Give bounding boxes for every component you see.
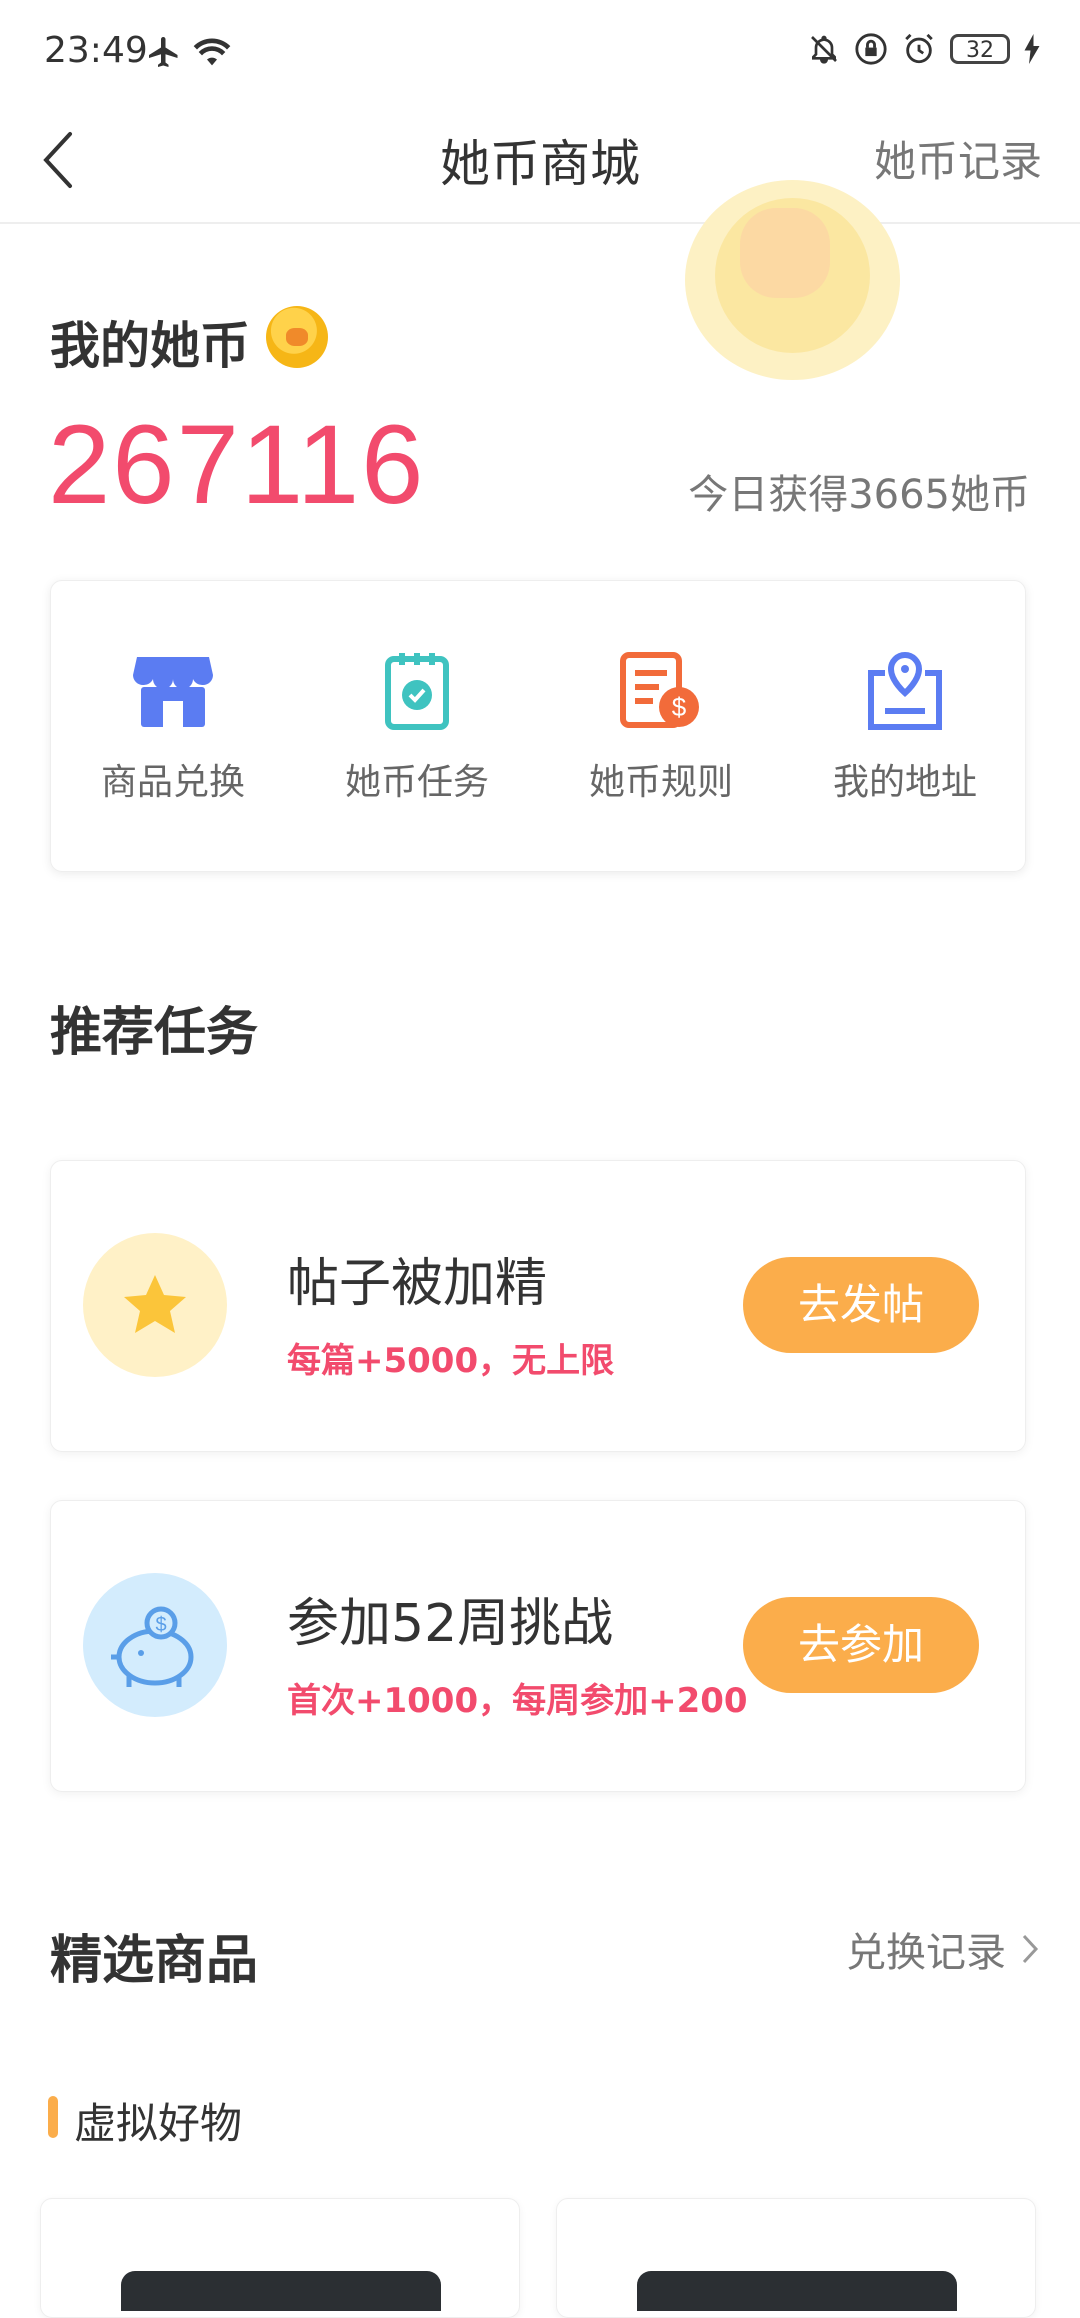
store-icon (133, 657, 213, 727)
today-earned-text: 今日获得3665她币 (688, 472, 1030, 518)
menu-label: 我的地址 (832, 762, 977, 803)
menu-label: 她币规则 (588, 762, 733, 803)
exchange-record-link[interactable]: 兑换记录 (846, 1920, 1040, 1978)
coin-balance: 267116 (48, 402, 426, 527)
svg-text:$: $ (155, 1614, 166, 1636)
menu-item-tasks[interactable]: 她币任务 (295, 651, 539, 805)
task-icon-bg: $ (83, 1573, 227, 1717)
product-thumbnail (637, 2271, 957, 2311)
category-label: 虚拟好物 (74, 2099, 243, 2148)
task-name: 参加52周挑战 (287, 1594, 614, 1654)
go-post-button[interactable]: 去发帖 (743, 1257, 979, 1353)
status-icons: 32 (808, 32, 1040, 66)
join-challenge-button[interactable]: 去参加 (743, 1597, 979, 1693)
product-thumbnail (121, 2271, 441, 2311)
airplane-icon (146, 34, 182, 74)
header-bar: 她币商城 她币记录 (0, 110, 1080, 224)
svg-text:$: $ (672, 692, 687, 722)
wifi-icon (192, 34, 232, 74)
address-location-icon (868, 651, 942, 730)
exchange-record-label: 兑换记录 (846, 1930, 1006, 1976)
task-card: $ 参加52周挑战 首次+1000，每周参加+200 去参加 (50, 1500, 1026, 1792)
menu-item-rules[interactable]: $ 她币规则 (539, 651, 783, 805)
coin-record-link[interactable]: 她币记录 (874, 128, 1042, 189)
piggy-bank-icon: $ (111, 1606, 194, 1687)
quick-menu-card: 商品兑换 她币任务 $ 她币规则 我的地址 (50, 580, 1026, 872)
task-name: 帖子被加精 (287, 1254, 548, 1314)
featured-products-title: 精选商品 (50, 1931, 259, 1991)
task-reward: 每篇+5000，无上限 (287, 1341, 615, 1381)
bell-muted-icon (811, 35, 837, 64)
menu-label: 她币任务 (344, 762, 489, 803)
category-marker (48, 2096, 58, 2138)
decorative-coin-illustration (685, 180, 900, 380)
alarm-icon (905, 33, 933, 64)
menu-item-address[interactable]: 我的地址 (783, 651, 1027, 805)
task-icon-bg (83, 1233, 227, 1377)
recommended-tasks-title: 推荐任务 (50, 1003, 259, 1063)
rules-document-icon: $ (620, 652, 699, 728)
task-clipboard-icon (385, 653, 449, 730)
product-card[interactable] (40, 2198, 520, 2318)
wallet-title: 我的她币 (50, 317, 250, 375)
charging-icon (1024, 34, 1040, 64)
battery-icon: 32 (950, 34, 1010, 64)
menu-item-exchange[interactable]: 商品兑换 (51, 651, 295, 805)
star-icon (124, 1275, 186, 1333)
coin-icon (266, 306, 328, 368)
status-bar: 23:49 32 (0, 0, 1080, 110)
task-card: 帖子被加精 每篇+5000，无上限 去发帖 (50, 1160, 1026, 1452)
task-reward: 首次+1000，每周参加+200 (287, 1681, 748, 1721)
status-time: 23:49 (44, 30, 148, 71)
product-card[interactable] (556, 2198, 1036, 2318)
chevron-right-icon (1022, 1934, 1039, 1964)
menu-label: 商品兑换 (100, 762, 245, 803)
lock-rotation-icon (855, 33, 887, 65)
